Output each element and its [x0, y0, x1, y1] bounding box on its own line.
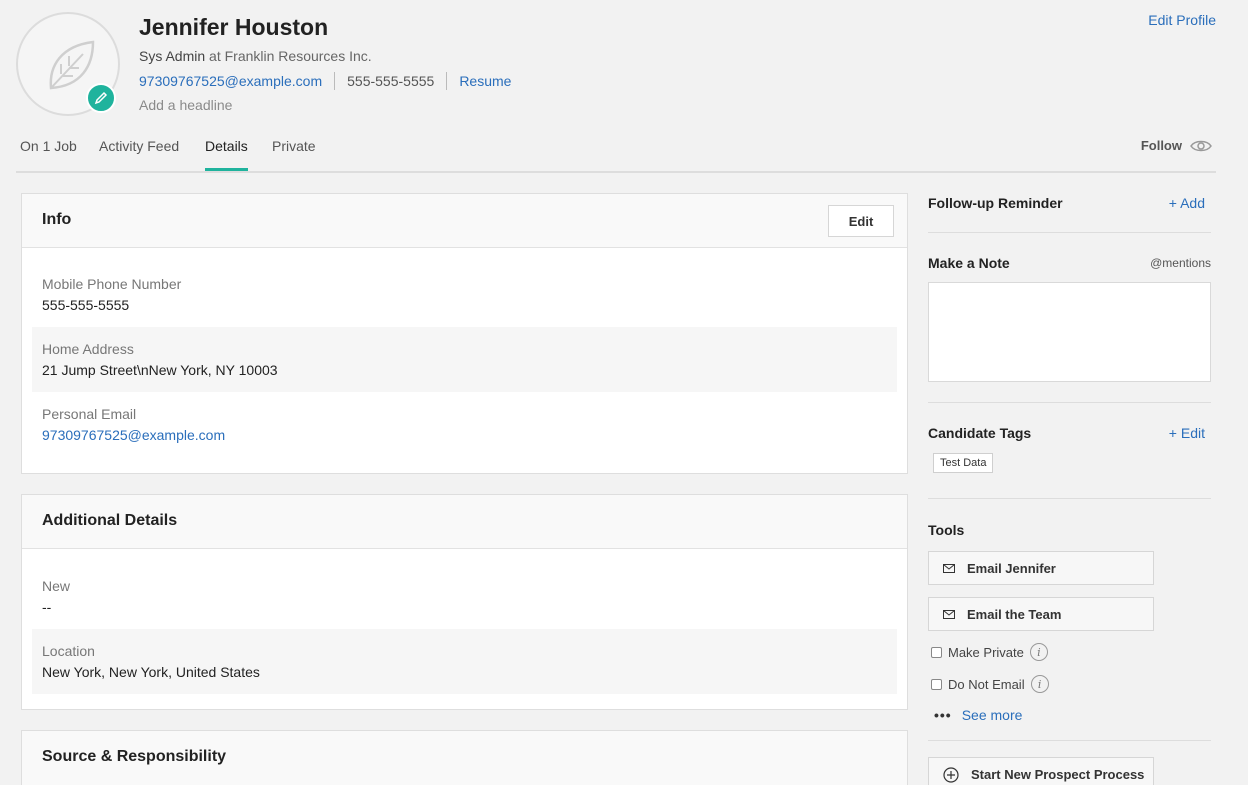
info-icon[interactable]: i: [1030, 675, 1049, 693]
field-home-address: Home Address 21 Jump Street\nNew York, N…: [32, 327, 897, 392]
tab-activity-feed[interactable]: Activity Feed: [99, 138, 179, 171]
field-label: Mobile Phone Number: [42, 276, 182, 292]
field-value: 21 Jump Street\nNew York, NY 10003: [42, 362, 278, 378]
see-more-link[interactable]: See more: [962, 707, 1023, 723]
card-header: Info Edit: [22, 194, 907, 248]
resume-link[interactable]: Resume: [459, 73, 511, 89]
add-reminder-link[interactable]: + Add: [1169, 195, 1205, 211]
start-process-label: Start New Prospect Process: [971, 767, 1145, 782]
email-candidate-label: Email Jennifer: [967, 560, 1056, 576]
field-mobile-phone: Mobile Phone Number 555-555-5555: [32, 262, 897, 327]
field-location: Location New York, New York, United Stat…: [32, 629, 897, 694]
field-label: Personal Email: [42, 406, 137, 422]
info-card: Info Edit Mobile Phone Number 555-555-55…: [21, 193, 908, 474]
field-label: Home Address: [42, 341, 134, 357]
divider: [928, 402, 1211, 403]
follow-button[interactable]: Follow: [1141, 138, 1212, 153]
card-header: Additional Details: [22, 495, 907, 549]
email-team-label: Email the Team: [967, 606, 1062, 622]
field-value: 555-555-5555: [42, 297, 130, 313]
additional-details-card: Additional Details New -- Location New Y…: [21, 494, 908, 710]
info-title: Info: [42, 211, 72, 228]
candidate-tags: Candidate Tags + Edit: [928, 425, 1211, 443]
make-private-row: Make Private i: [931, 643, 1048, 661]
company-name: Franklin Resources Inc.: [224, 48, 372, 64]
field-label: New: [42, 578, 71, 594]
role-line: Sys Admin at Franklin Resources Inc.: [139, 48, 372, 64]
role-title: Sys Admin: [139, 48, 206, 64]
field-value: New York, New York, United States: [42, 664, 260, 680]
make-private-label: Make Private: [948, 644, 1024, 660]
do-not-email-checkbox[interactable]: [931, 678, 942, 690]
source-responsibility-card: Source & Responsibility: [21, 730, 908, 785]
divider: [928, 498, 1211, 499]
info-icon[interactable]: i: [1029, 643, 1048, 661]
headline-input[interactable]: Add a headline: [139, 97, 232, 113]
tools-section: Tools: [928, 522, 1211, 540]
edit-tags-link[interactable]: + Edit: [1169, 425, 1205, 441]
make-private-checkbox[interactable]: [931, 646, 942, 658]
envelope-icon: [943, 609, 955, 619]
field-value: --: [42, 599, 52, 615]
field-label: Location: [42, 643, 95, 659]
eye-icon: [1190, 140, 1212, 151]
personal-email-link[interactable]: 97309767525@example.com: [42, 427, 887, 443]
field-new: New --: [32, 564, 897, 629]
divider: [446, 72, 448, 90]
tab-on-job[interactable]: On 1 Job: [20, 138, 77, 171]
mentions-label: @mentions: [1150, 256, 1211, 270]
follow-up-reminder-title: Follow-up Reminder: [928, 195, 1063, 211]
tab-details[interactable]: Details: [205, 138, 248, 171]
email-candidate-button[interactable]: Email Jennifer: [928, 551, 1154, 585]
email-team-button[interactable]: Email the Team: [928, 597, 1154, 631]
edit-info-button[interactable]: Edit: [828, 205, 894, 237]
do-not-email-label: Do Not Email: [948, 676, 1025, 692]
start-process-button[interactable]: Start New Prospect Process: [928, 757, 1154, 785]
pencil-icon: [94, 91, 108, 105]
follow-up-reminder: Follow-up Reminder + Add: [928, 195, 1211, 213]
see-more-row[interactable]: ••• See more: [934, 707, 1022, 723]
tab-bar: On 1 Job Activity Feed Details Private F…: [16, 130, 1216, 173]
make-a-note-title: Make a Note: [928, 255, 1010, 271]
tag-chip[interactable]: Test Data: [933, 453, 994, 473]
divider: [928, 740, 1211, 741]
at-text: at: [209, 48, 221, 64]
contact-line: 97309767525@example.com 555-555-5555 Res…: [139, 72, 511, 90]
card-header: Source & Responsibility: [22, 731, 907, 785]
envelope-icon: [943, 563, 955, 573]
email-link[interactable]: 97309767525@example.com: [139, 73, 322, 89]
do-not-email-row: Do Not Email i: [931, 675, 1049, 693]
source-responsibility-title: Source & Responsibility: [42, 748, 227, 765]
phone-text: 555-555-5555: [347, 73, 435, 89]
divider: [928, 232, 1211, 233]
divider: [334, 72, 336, 90]
ellipsis-icon: •••: [934, 707, 952, 723]
plus-circle-icon: [943, 766, 959, 783]
tab-private[interactable]: Private: [272, 138, 316, 171]
candidate-tags-title: Candidate Tags: [928, 425, 1032, 441]
field-personal-email: Personal Email 97309767525@example.com: [32, 392, 897, 457]
edit-avatar-button[interactable]: [86, 83, 116, 113]
follow-label: Follow: [1140, 138, 1182, 153]
note-textarea[interactable]: [928, 282, 1211, 382]
tools-title: Tools: [928, 522, 965, 538]
edit-profile-link[interactable]: Edit Profile: [1148, 12, 1216, 28]
additional-details-title: Additional Details: [42, 512, 178, 529]
candidate-name: Jennifer Houston: [139, 14, 329, 40]
